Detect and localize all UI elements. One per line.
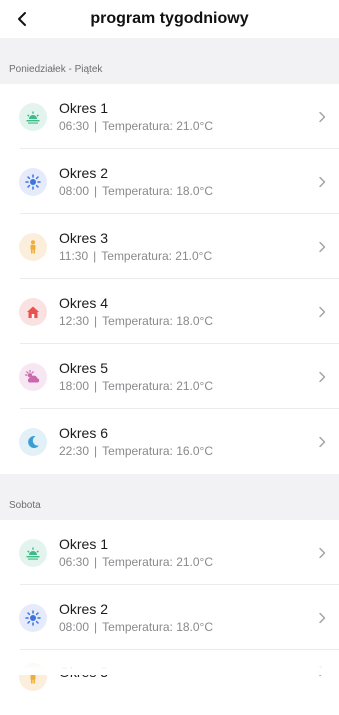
item-name: Okres 1	[59, 536, 109, 552]
item-name: Okres 3	[59, 230, 109, 246]
home-icon	[19, 297, 47, 326]
chevron-right-icon	[314, 434, 330, 450]
sunrise-icon	[19, 102, 47, 131]
item-temp: Temperatura: 21.0°C	[102, 119, 214, 133]
item-time: 18:00	[59, 379, 90, 393]
chevron-right-icon	[314, 369, 330, 385]
chevron-right-icon	[314, 239, 330, 255]
chevron-right-icon	[314, 610, 330, 626]
item-name: Okres 2	[59, 601, 109, 617]
item-name: Okres 2	[59, 165, 109, 181]
moon-icon	[19, 427, 47, 456]
list-item[interactable]: Okres 1 06:30 | Temperatura: 21.0°C	[0, 520, 339, 585]
item-temp: Temperatura: 21.0°C	[101, 249, 213, 263]
item-time: 08:00	[59, 184, 90, 198]
top-bar: program tygodniowy	[0, 0, 339, 38]
item-name: Okres 6	[59, 425, 109, 441]
item-temp: Temperatura: 21.0°C	[102, 555, 214, 569]
item-temp: Temperatura: 21.0°C	[102, 379, 214, 393]
item-time: 11:30	[59, 249, 89, 263]
sun-icon	[19, 167, 47, 196]
item-temp: Temperatura: 18.0°C	[102, 184, 214, 198]
item-time: 22:30	[59, 444, 90, 458]
sun-icon	[19, 603, 47, 632]
item-time: 08:00	[59, 620, 90, 634]
list-item[interactable]: Okres 1 06:30 | Temperatura: 21.0°C	[0, 84, 339, 149]
chevron-left-icon	[18, 12, 26, 26]
sunrise-icon	[19, 538, 47, 567]
list-item[interactable]: Okres 4 12:30 | Temperatura: 18.0°C	[0, 279, 339, 344]
scroll-fade	[0, 655, 339, 675]
item-time: 06:30	[59, 119, 90, 133]
list-item[interactable]: Okres 2 08:00 | Temperatura: 18.0°C	[0, 585, 339, 650]
chevron-right-icon	[314, 304, 330, 320]
item-name: Okres 1	[59, 100, 109, 116]
back-button[interactable]	[10, 6, 36, 32]
section-header: Sobota	[0, 474, 339, 520]
list-item[interactable]: Okres 2 08:00 | Temperatura: 18.0°C	[0, 149, 339, 214]
page-title: program tygodniowy	[90, 10, 249, 27]
chevron-right-icon	[314, 545, 330, 561]
list-item[interactable]: Okres 3 11:30 | Temperatura: 21.0°C	[0, 214, 339, 279]
item-name: Okres 4	[59, 295, 109, 311]
item-time: 06:30	[59, 555, 90, 569]
item-name: Okres 5	[59, 360, 109, 376]
list-item[interactable]: Okres 6 22:30 | Temperatura: 16.0°C	[0, 409, 339, 474]
cloud-sun-icon	[19, 362, 47, 391]
section-header: Poniedziałek - Piątek	[0, 38, 339, 84]
list-item[interactable]: Okres 5 18:00 | Temperatura: 21.0°C	[0, 344, 339, 409]
chevron-right-icon	[314, 109, 330, 125]
item-temp: Temperatura: 16.0°C	[102, 444, 214, 458]
item-time: 12:30	[59, 314, 90, 328]
chevron-right-icon	[314, 174, 330, 190]
item-temp: Temperatura: 18.0°C	[102, 314, 214, 328]
item-temp: Temperatura: 18.0°C	[102, 620, 214, 634]
person-icon	[19, 232, 47, 261]
